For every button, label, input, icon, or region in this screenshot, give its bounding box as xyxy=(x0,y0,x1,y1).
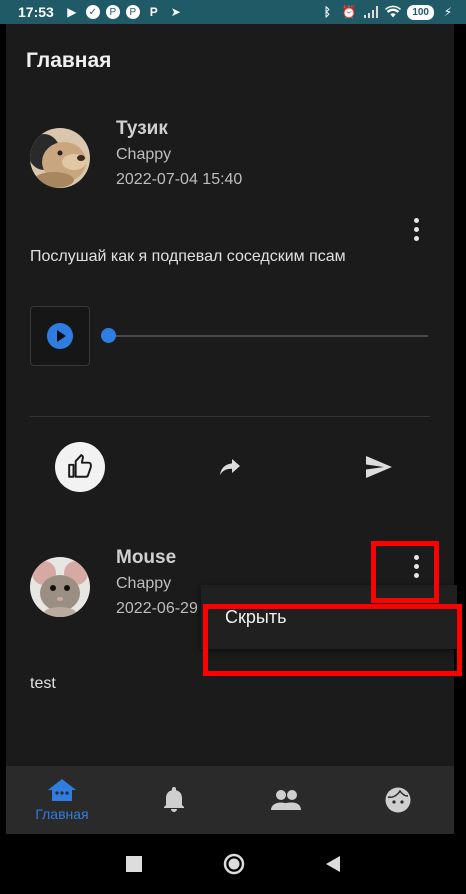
page-title: Главная xyxy=(26,49,112,72)
post-group: Chappy xyxy=(116,146,172,163)
dot xyxy=(413,235,419,241)
avatar[interactable] xyxy=(30,128,90,188)
app-header: Главная xyxy=(6,24,454,98)
p-notification-icon: P xyxy=(105,5,120,19)
post-text: Послушай как я подпевал соседским псам xyxy=(30,248,346,265)
post-card: Тузик Chappy 2022-07-04 15:40 Послушай к… xyxy=(6,98,454,517)
signal-icon xyxy=(363,4,379,20)
nav-item-friends[interactable] xyxy=(230,766,342,834)
send-icon xyxy=(366,456,392,478)
check-notification-icon: ✓ xyxy=(85,5,100,19)
avatar[interactable] xyxy=(30,557,90,617)
post-meta: Тузик Chappy 2022-07-04 15:40 xyxy=(116,116,242,192)
post-header: Тузик Chappy 2022-07-04 15:40 xyxy=(30,98,430,241)
post-actions xyxy=(30,417,430,517)
nav-item-notifications[interactable] xyxy=(118,766,230,834)
audio-progress-slider[interactable] xyxy=(101,328,428,343)
post-author[interactable]: Тузик xyxy=(116,116,242,142)
status-time: 17:53 xyxy=(18,4,54,20)
dot xyxy=(413,217,419,223)
play-notification-icon: ▶ xyxy=(67,5,77,19)
app-screen: Главная Тузик Chappy 2022-07-04 15:40 По… xyxy=(6,24,454,834)
recents-icon[interactable] xyxy=(125,855,143,873)
slider-thumb[interactable] xyxy=(101,328,116,343)
highlight-box-menu xyxy=(203,604,462,676)
nav-label-home: Главная xyxy=(35,806,89,822)
status-bar: 17:53 ▶ ✓ P P P ➤ ᛒ ⏰ 100 ⚡ xyxy=(0,0,466,24)
p-notification-icon-3: P xyxy=(149,5,158,19)
play-button-container[interactable] xyxy=(30,306,90,366)
more-options-button[interactable] xyxy=(404,214,428,244)
send-button[interactable] xyxy=(354,442,404,492)
home-icon xyxy=(48,779,76,801)
play-icon[interactable] xyxy=(47,323,73,349)
highlight-box-kebab xyxy=(371,541,439,603)
share-arrow-icon xyxy=(219,459,240,475)
home-circle-icon[interactable] xyxy=(223,853,245,875)
face-icon xyxy=(385,787,411,813)
charging-icon: ⚡ xyxy=(443,5,453,19)
p-notification-icon-2: P xyxy=(125,5,140,19)
alarm-icon: ⏰ xyxy=(341,5,357,19)
nav-item-home[interactable]: Главная xyxy=(6,766,118,834)
nav-item-profile[interactable] xyxy=(342,766,454,834)
like-button[interactable] xyxy=(55,442,105,492)
post-author[interactable]: Mouse xyxy=(116,545,242,571)
system-navigation-bar xyxy=(0,834,466,894)
dot xyxy=(413,226,419,232)
audio-player xyxy=(30,306,430,366)
share-button[interactable] xyxy=(205,442,255,492)
telegram-icon: ➤ xyxy=(170,5,181,19)
bell-icon xyxy=(164,787,184,812)
battery-indicator: 100 xyxy=(407,4,434,20)
people-icon xyxy=(271,790,301,810)
back-icon[interactable] xyxy=(325,855,341,873)
post-date: 2022-07-04 15:40 xyxy=(116,171,243,188)
bluetooth-icon: ᛒ xyxy=(323,5,331,19)
bottom-navigation: Главная xyxy=(6,766,454,834)
post-text: test xyxy=(30,675,56,692)
thumb-up-icon xyxy=(68,454,92,478)
wifi-icon xyxy=(385,4,402,20)
